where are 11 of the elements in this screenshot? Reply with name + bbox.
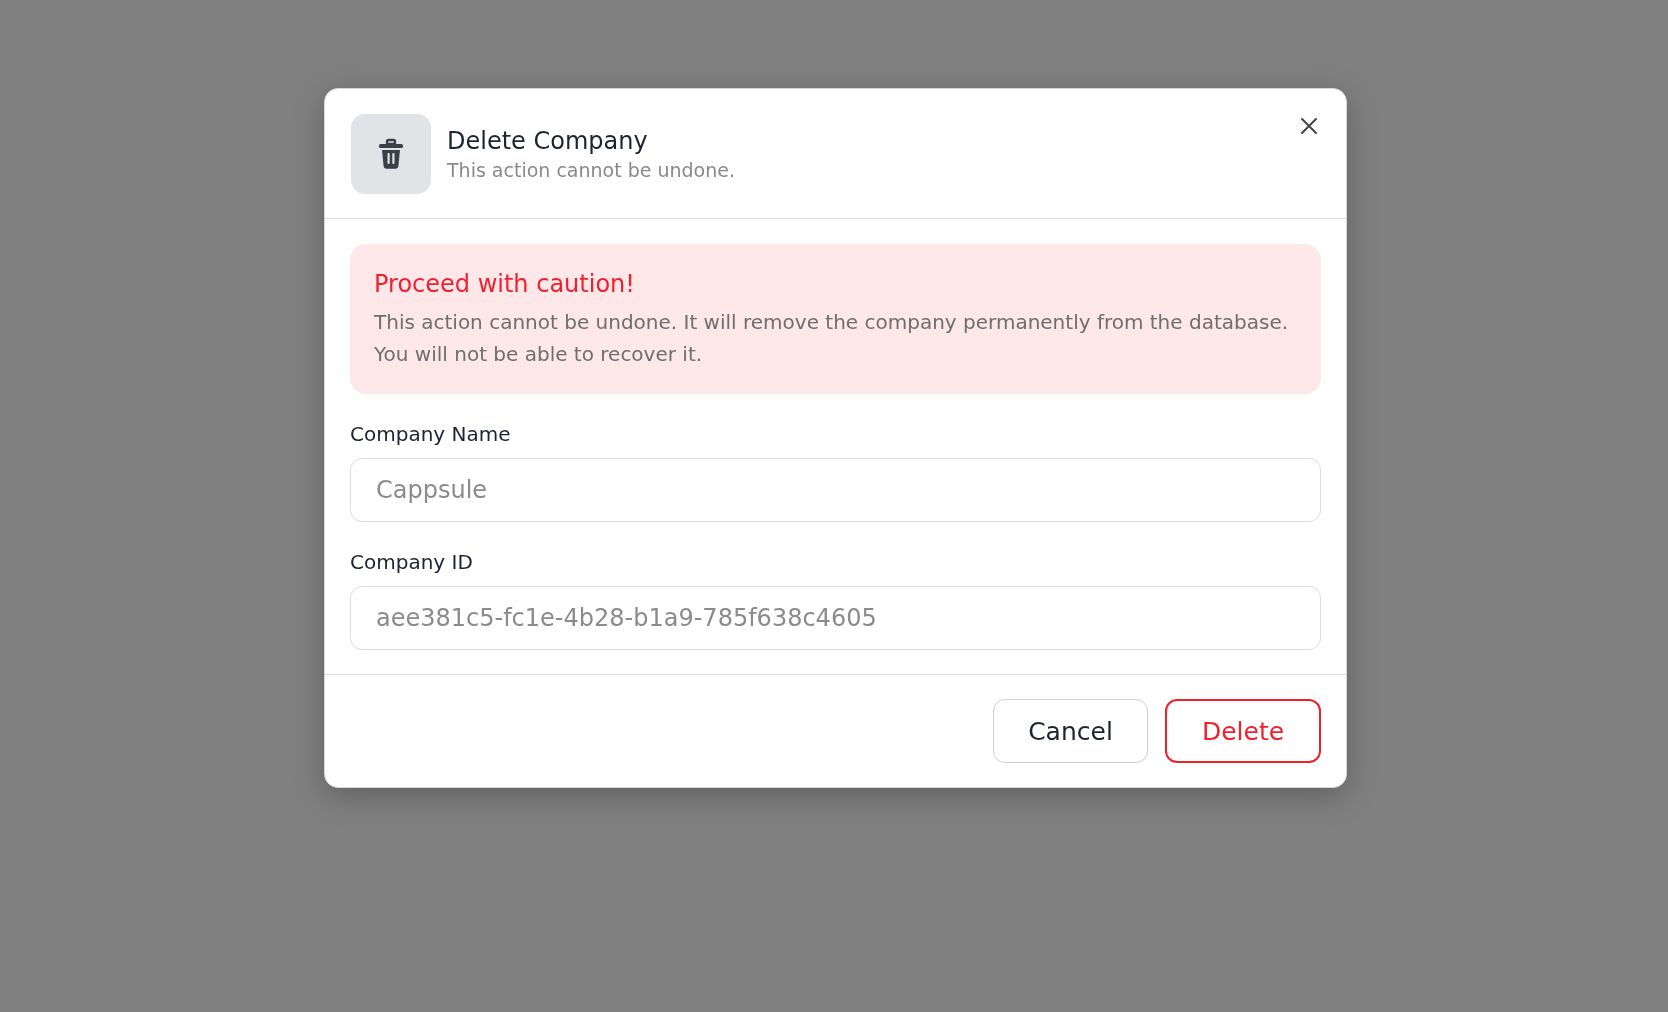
alert-title: Proceed with caution! bbox=[374, 270, 636, 298]
field-label: Company ID bbox=[350, 550, 474, 574]
dialog-title: Delete Company bbox=[447, 127, 649, 155]
field-label: Company Name bbox=[350, 422, 512, 446]
close-icon bbox=[1300, 117, 1318, 135]
alert-message: This action cannot be undone. It will remove the company permanently from the database. You will not be able to recover it. bbox=[374, 309, 1290, 368]
dialog-subtitle: This action cannot be undone. bbox=[447, 159, 735, 181]
delete-button[interactable]: Delete bbox=[1165, 699, 1321, 763]
trash-icon bbox=[377, 138, 405, 170]
close-button[interactable] bbox=[1298, 115, 1320, 137]
cancel-button[interactable]: Cancel bbox=[993, 699, 1148, 763]
